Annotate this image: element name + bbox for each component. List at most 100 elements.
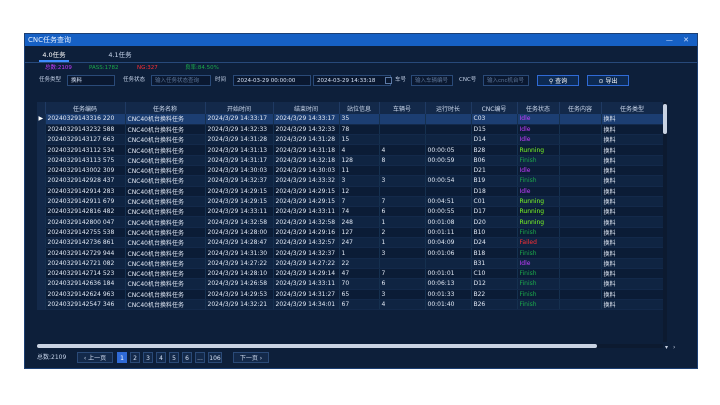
page-number-button[interactable]: 2	[130, 352, 140, 363]
row-indicator[interactable]	[37, 247, 46, 259]
table-row[interactable]: 20240329142911 679 CNC40机台换料任务 2024/3/29 1…	[37, 196, 664, 208]
row-indicator[interactable]	[37, 289, 46, 300]
cnc-number-input[interactable]: 输入cnc机台号	[483, 75, 529, 86]
column-header[interactable]: 运行时长	[425, 102, 472, 114]
row-indicator[interactable]	[37, 268, 46, 280]
table-cell: 换料	[601, 247, 664, 259]
horizontal-scrollbar[interactable]	[37, 344, 663, 348]
table-row[interactable]: 20240329143002 309 CNC40机台换料任务 2024/3/29 1…	[37, 165, 664, 177]
table-row[interactable]: 20240329142547 346 CNC40机台换料任务 2024/3/29 1…	[37, 299, 664, 311]
row-indicator[interactable]	[37, 196, 46, 208]
table-row[interactable]: 20240329143112 534 CNC40机台换料任务 2024/3/29 1…	[37, 144, 664, 156]
horizontal-scroll-thumb[interactable]	[37, 344, 597, 348]
table-cell: Idle	[517, 258, 560, 269]
window-controls[interactable]: — ✕	[666, 34, 693, 46]
row-indicator[interactable]	[37, 124, 46, 136]
tab-task-4-1[interactable]: 4.1任务	[105, 49, 135, 62]
table-cell: CNC40机台换料任务	[125, 216, 206, 228]
row-indicator[interactable]	[37, 278, 46, 290]
row-indicator[interactable]	[37, 227, 46, 239]
table-cell: 2024/3/29 14:29:16	[273, 227, 340, 239]
row-indicator[interactable]	[37, 155, 46, 166]
table-cell	[559, 227, 602, 239]
table-cell: Idle	[517, 124, 560, 136]
chevron-right-icon[interactable]: ›	[673, 344, 675, 351]
export-button[interactable]: ⊙ 导出	[587, 75, 629, 86]
table-row[interactable]: 20240329142714 523 CNC40机台换料任务 2024/3/29 1…	[37, 268, 664, 280]
row-indicator[interactable]	[37, 134, 46, 146]
table-row[interactable]: 20240329142928 437 CNC40机台换料任务 2024/3/29 1…	[37, 175, 664, 187]
vertical-scrollbar[interactable]	[663, 102, 667, 342]
column-header[interactable]: 车辆号	[379, 102, 426, 114]
table-row[interactable]: 20240329142755 538 CNC40机台换料任务 2024/3/29 1…	[37, 227, 664, 239]
row-indicator[interactable]	[37, 144, 46, 156]
end-time-input[interactable]: 2024-03-29 14:33:18	[313, 75, 391, 86]
table-cell: 2024/3/29 14:28:00	[205, 227, 274, 239]
page-number-button[interactable]: 6	[182, 352, 192, 363]
table-cell: D21	[471, 165, 518, 177]
table-row[interactable]: ▶ 20240329143316 220 CNC40机台换料任务 2024/3/29 …	[37, 114, 664, 125]
car-number-input[interactable]: 输入车辆编号	[411, 75, 453, 86]
table-row[interactable]: 20240329142800 047 CNC40机台换料任务 2024/3/29 1…	[37, 216, 664, 228]
table-cell: Failed	[517, 237, 560, 249]
row-indicator[interactable]	[37, 258, 46, 269]
car-checkbox[interactable]	[385, 77, 392, 84]
column-header[interactable]: 开始时间	[205, 102, 274, 114]
row-indicator[interactable]	[37, 175, 46, 187]
table-cell: 3	[339, 175, 380, 187]
stat-pass: PASS:1782	[89, 65, 119, 71]
table-cell: D15	[471, 124, 518, 136]
column-header[interactable]: 任务名称	[125, 102, 206, 114]
table-row[interactable]: 20240329142636 184 CNC40机台换料任务 2024/3/29 1…	[37, 278, 664, 290]
table-row[interactable]: 20240329143127 663 CNC40机台换料任务 2024/3/29 1…	[37, 134, 664, 146]
row-indicator[interactable]	[37, 186, 46, 197]
tab-task-4-0[interactable]: 4.0任务	[39, 49, 69, 62]
column-header[interactable]: CNC编号	[471, 102, 518, 114]
table-row[interactable]: 20240329142736 861 CNC40机台换料任务 2024/3/29 1…	[37, 237, 664, 249]
task-status-label: 任务状态	[123, 77, 146, 83]
row-indicator[interactable]	[37, 216, 46, 228]
task-type-select[interactable]: 换料	[67, 75, 115, 86]
chevron-down-icon[interactable]: ▾	[665, 344, 668, 351]
column-header[interactable]: 站位信息	[339, 102, 380, 114]
vertical-scroll-thumb[interactable]	[663, 104, 667, 134]
table-row[interactable]: 20240329142729 944 CNC40机台换料任务 2024/3/29 1…	[37, 247, 664, 259]
table-cell: 00:06:13	[425, 278, 472, 290]
table-cell: Finish	[517, 278, 560, 290]
task-status-input[interactable]: 输入任务状态查询	[151, 75, 211, 86]
table-row[interactable]: 20240329142816 482 CNC40机台换料任务 2024/3/29 1…	[37, 206, 664, 218]
column-header[interactable]: 任务状态	[517, 102, 560, 114]
current-row-indicator[interactable]: ▶	[37, 114, 46, 125]
table-cell: Idle	[517, 186, 560, 197]
table-row[interactable]: 20240329142624 963 CNC40机台换料任务 2024/3/29 1…	[37, 289, 664, 300]
table-row[interactable]: 20240329142721 082 CNC40机台换料任务 2024/3/29 1…	[37, 258, 664, 269]
next-page-button[interactable]: 下一页 ›	[233, 352, 269, 363]
table-cell: 2024/3/29 14:32:58	[205, 216, 274, 228]
start-time-input[interactable]: 2024-03-29 00:00:00	[233, 75, 311, 86]
table-cell: 47	[339, 268, 380, 280]
page-number-button[interactable]: 3	[143, 352, 153, 363]
page-number-button[interactable]: 4	[156, 352, 166, 363]
table-cell: Idle	[517, 114, 560, 125]
table-cell: 7	[379, 196, 426, 208]
prev-page-button[interactable]: ‹ 上一页	[77, 352, 113, 363]
table-cell: 2024/3/29 14:32:37	[205, 175, 274, 187]
table-row[interactable]: 20240329143232 588 CNC40机台换料任务 2024/3/29 1…	[37, 124, 664, 136]
row-indicator[interactable]	[37, 237, 46, 249]
page-number-button[interactable]: 5	[169, 352, 179, 363]
table-row[interactable]: 20240329143113 575 CNC40机台换料任务 2024/3/29 1…	[37, 155, 664, 166]
row-indicator[interactable]	[37, 206, 46, 218]
table-cell: Finish	[517, 175, 560, 187]
page-ellipsis[interactable]: ...	[195, 352, 205, 363]
column-header[interactable]: 任务编码	[45, 102, 126, 114]
row-indicator[interactable]	[37, 299, 46, 311]
page-number-button[interactable]: 106	[208, 352, 222, 363]
column-header[interactable]: 任务类型	[601, 102, 664, 114]
query-button[interactable]: ⚲ 查询	[537, 75, 579, 86]
column-header[interactable]: 任务内容	[559, 102, 602, 114]
page-number-button[interactable]: 1	[117, 352, 127, 363]
table-row[interactable]: 20240329142914 283 CNC40机台换料任务 2024/3/29 1…	[37, 186, 664, 197]
row-indicator[interactable]	[37, 165, 46, 177]
column-header[interactable]: 结束时间	[273, 102, 340, 114]
table-cell: 2024/3/29 14:31:28	[205, 134, 274, 146]
